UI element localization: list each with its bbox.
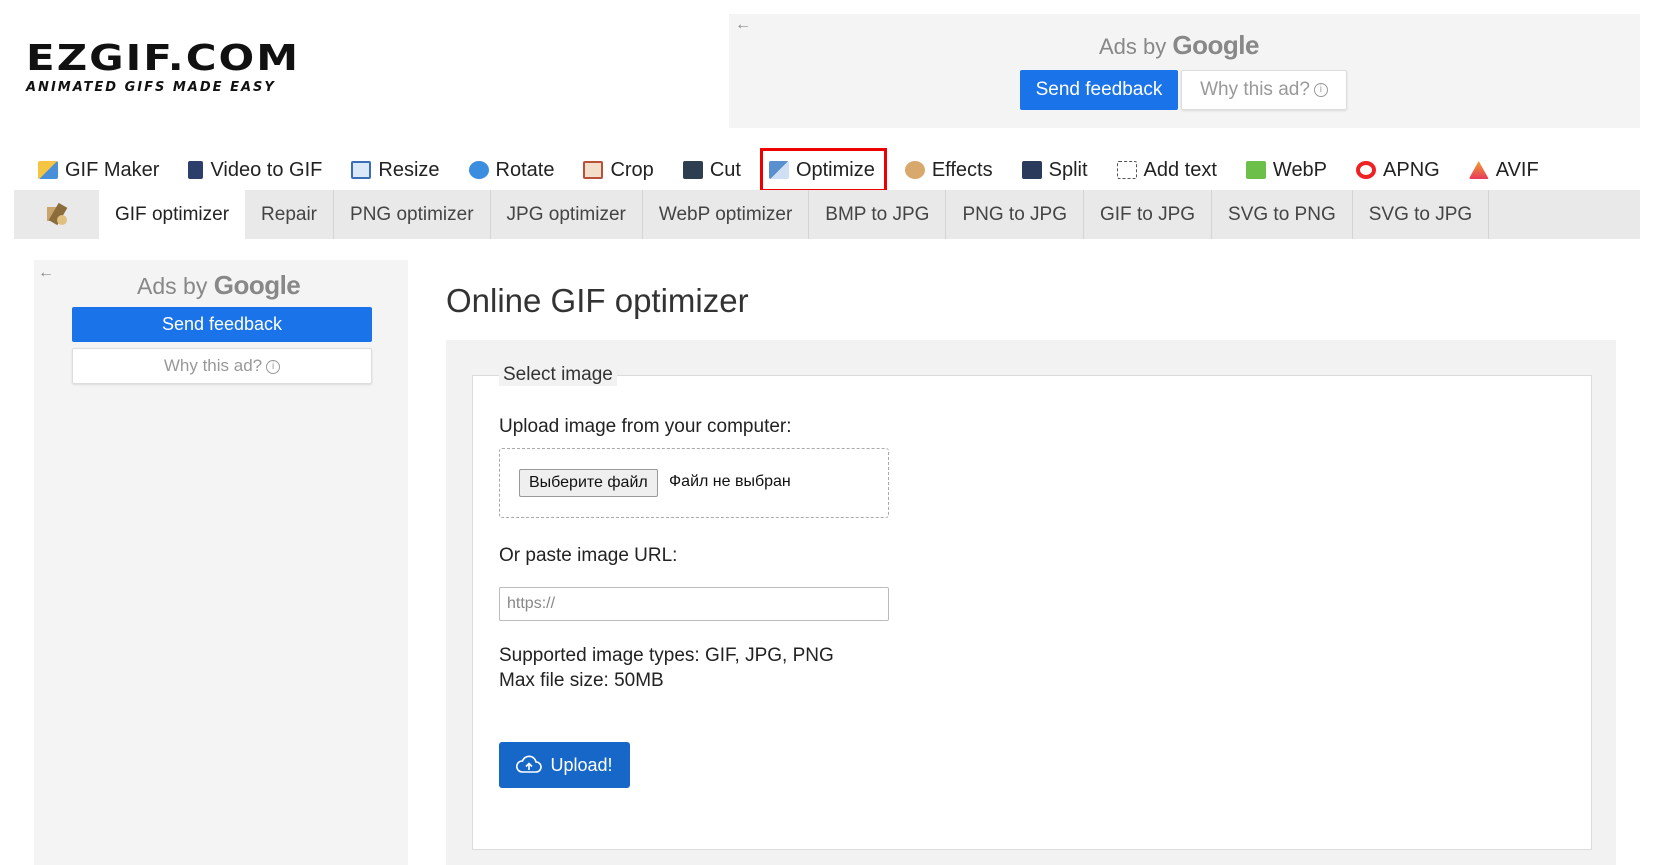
add-text-icon bbox=[1116, 161, 1137, 179]
palette-icon bbox=[904, 161, 925, 179]
subnav-repair[interactable]: Repair bbox=[245, 190, 335, 239]
file-drop-zone[interactable]: Выберите файл Файл не выбран bbox=[499, 448, 889, 518]
nav-rotate[interactable]: Rotate bbox=[467, 150, 557, 190]
nav-label: AVIF bbox=[1495, 158, 1539, 181]
nav-apng[interactable]: APNG bbox=[1354, 150, 1442, 190]
subnav-svg-to-png[interactable]: SVG to PNG bbox=[1212, 190, 1353, 239]
nav-label: APNG bbox=[1383, 158, 1440, 181]
image-url-input[interactable] bbox=[499, 587, 889, 621]
nav-optimize[interactable]: Optimize bbox=[759, 148, 887, 192]
ads-by-google: Ads by Google bbox=[1099, 30, 1259, 61]
nav-label: WebP bbox=[1272, 158, 1328, 181]
why-this-ad-label: Why this ad? bbox=[163, 356, 263, 375]
nav-resize[interactable]: Resize bbox=[349, 150, 441, 190]
nav-label: Split bbox=[1048, 158, 1088, 181]
avif-icon bbox=[1468, 161, 1489, 179]
nav-cut[interactable]: Cut bbox=[681, 150, 743, 190]
film-icon bbox=[188, 161, 204, 179]
top-ad-banner: ← Ads by Google Send feedback Why this a… bbox=[729, 14, 1640, 128]
supported-types-text: Supported image types: GIF, JPG, PNG bbox=[499, 645, 834, 666]
top-ad-why-this-ad-button[interactable]: Why this ad? i bbox=[1181, 70, 1347, 110]
why-this-ad-label: Why this ad? bbox=[1200, 79, 1310, 100]
resize-icon bbox=[351, 161, 372, 179]
max-file-size-text: Max file size: 50MB bbox=[499, 670, 664, 691]
select-image-fieldset: Select image Upload image from your comp… bbox=[472, 364, 1592, 850]
nav-webp[interactable]: WebP bbox=[1244, 150, 1329, 190]
nav-video-to-gif[interactable]: Video to GIF bbox=[186, 150, 324, 190]
ad-back-arrow-icon[interactable]: ← bbox=[735, 16, 751, 34]
info-icon: i bbox=[1313, 82, 1328, 97]
nav-effects[interactable]: Effects bbox=[903, 150, 995, 190]
nav-label: Rotate bbox=[495, 158, 555, 181]
gif-maker-icon bbox=[38, 161, 58, 179]
nav-add-text[interactable]: Add text bbox=[1115, 150, 1219, 190]
upload-panel: Select image Upload image from your comp… bbox=[446, 340, 1616, 865]
main-nav: GIF Maker Video to GIF Resize Rotate Cro… bbox=[36, 148, 1566, 192]
google-label: Google bbox=[1172, 30, 1259, 60]
nav-gif-maker[interactable]: GIF Maker bbox=[36, 150, 161, 190]
info-icon: i bbox=[266, 359, 281, 374]
nav-label: Crop bbox=[610, 158, 654, 181]
subnav-gif-to-jpg[interactable]: GIF to JPG bbox=[1084, 190, 1213, 239]
optimize-icon bbox=[768, 161, 789, 179]
file-status-text: Файл не выбран bbox=[669, 473, 791, 490]
choose-file-button[interactable]: Выберите файл bbox=[519, 469, 658, 497]
nav-label: Optimize bbox=[795, 158, 875, 181]
site-logo[interactable]: EZGIF.COM ANIMATED GIFS MADE EASY bbox=[26, 40, 326, 98]
nav-split[interactable]: Split bbox=[1020, 150, 1090, 190]
nav-avif[interactable]: AVIF bbox=[1467, 150, 1541, 190]
sub-nav: GIF optimizer Repair PNG optimizer JPG o… bbox=[14, 190, 1640, 239]
nav-label: Effects bbox=[931, 158, 993, 181]
ads-by-label: Ads by bbox=[137, 273, 208, 299]
nav-label: Resize bbox=[378, 158, 440, 181]
webp-icon bbox=[1245, 161, 1266, 179]
subnav-bmp-to-jpg[interactable]: BMP to JPG bbox=[809, 190, 947, 239]
ads-by-label: Ads by bbox=[1099, 34, 1167, 59]
nav-label: Add text bbox=[1143, 158, 1217, 181]
split-icon bbox=[1021, 161, 1042, 179]
crop-icon bbox=[583, 161, 604, 179]
logo-title: EZGIF.COM bbox=[26, 36, 301, 79]
nav-label: GIF Maker bbox=[65, 158, 160, 181]
ads-by-google: Ads by Google bbox=[137, 270, 301, 301]
cut-icon bbox=[682, 161, 703, 179]
nav-label: Video to GIF bbox=[210, 158, 323, 181]
subnav-svg-to-jpg[interactable]: SVG to JPG bbox=[1353, 190, 1490, 239]
nav-crop[interactable]: Crop bbox=[581, 150, 655, 190]
top-ad-send-feedback-button[interactable]: Send feedback bbox=[1020, 70, 1178, 110]
subnav-jpg-optimizer[interactable]: JPG optimizer bbox=[491, 190, 643, 239]
upload-button[interactable]: Upload! bbox=[499, 742, 630, 788]
subnav-webp-optimizer[interactable]: WebP optimizer bbox=[643, 190, 810, 239]
left-ad-sidebar: ← Ads by Google Send feedback Why this a… bbox=[34, 260, 408, 865]
subnav-png-to-jpg[interactable]: PNG to JPG bbox=[946, 190, 1084, 239]
left-ad-send-feedback-button[interactable]: Send feedback bbox=[72, 307, 372, 342]
upload-label: Upload image from your computer: bbox=[499, 416, 792, 437]
optimize-tool-icon bbox=[14, 190, 99, 239]
cloud-upload-icon bbox=[516, 755, 543, 773]
subnav-png-optimizer[interactable]: PNG optimizer bbox=[334, 190, 491, 239]
apng-icon bbox=[1356, 161, 1377, 179]
nav-label: Cut bbox=[709, 158, 741, 181]
fieldset-legend: Select image bbox=[499, 364, 617, 386]
logo-tagline: ANIMATED GIFS MADE EASY bbox=[26, 80, 276, 95]
upload-button-label: Upload! bbox=[550, 754, 613, 775]
url-label: Or paste image URL: bbox=[499, 545, 678, 566]
subnav-gif-optimizer[interactable]: GIF optimizer bbox=[99, 190, 246, 239]
page-title: Online GIF optimizer bbox=[446, 282, 749, 319]
rotate-icon bbox=[468, 161, 489, 179]
left-ad-why-this-ad-button[interactable]: Why this ad? i bbox=[72, 348, 372, 384]
google-label: Google bbox=[213, 270, 301, 300]
ad-back-arrow-icon[interactable]: ← bbox=[38, 264, 54, 282]
